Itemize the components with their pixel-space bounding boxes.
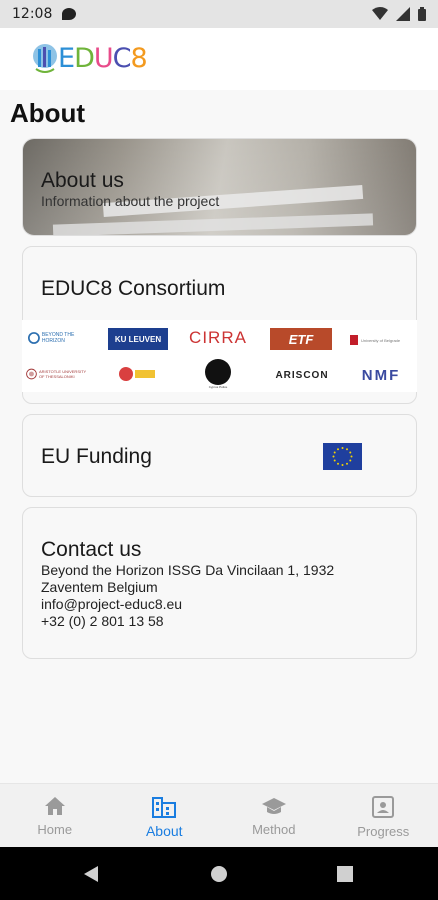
logo-letter-u: U: [93, 42, 114, 74]
police-emblem-icon: [205, 359, 231, 385]
partner-name: ARISTOTLE UNIVERSITY OF THESSALONIKI: [38, 369, 87, 379]
partner-name: KU LEUVEN: [114, 334, 162, 344]
status-icons: [372, 7, 426, 21]
contact-address-line1: Beyond the Horizon ISSG Da Vincilaan 1, …: [41, 562, 335, 578]
eu-flag-icon: [323, 443, 362, 470]
partner-name: BEYOND THE HORIZON: [41, 332, 75, 344]
about-us-card[interactable]: About us Information about the project: [22, 138, 417, 236]
building-icon: [152, 797, 177, 818]
partner-name: NMF: [361, 366, 401, 384]
contact-address-line2: Zaventem Belgium: [41, 579, 158, 595]
aristotle-seal-icon: [26, 368, 37, 380]
about-us-title: About us: [41, 169, 124, 192]
partner-logos: BEYOND THE HORIZON KU LEUVEN CIRRA ETF U…: [22, 320, 417, 392]
university-crest-icon: [350, 335, 358, 345]
logo-letter-c: C: [112, 42, 132, 74]
contact-phone[interactable]: +32 (0) 2 801 13 58: [41, 613, 401, 630]
nav-item-progress[interactable]: Progress: [329, 784, 438, 847]
partner-name: CIRRA: [189, 328, 247, 347]
seal-bar: [135, 370, 155, 378]
police-logo: Cyprus Police: [200, 358, 236, 390]
cirra-logo: CIRRA: [189, 326, 247, 350]
partner-name: University of Belgrade: [361, 337, 401, 343]
logo-letter-8: 8: [130, 42, 147, 74]
battery-icon: [418, 7, 426, 21]
nav-item-home[interactable]: Home: [0, 784, 110, 847]
contact-title: Contact us: [41, 538, 142, 561]
system-navigation: [0, 847, 438, 900]
back-icon[interactable]: [82, 865, 100, 883]
bottom-navigation: Home About Method Progress: [0, 783, 438, 847]
notification-icon: [62, 8, 77, 20]
signal-icon: [396, 7, 410, 21]
aristotle-university-logo: ARISTOTLE UNIVERSITY OF THESSALONIKI: [26, 362, 90, 386]
etf-logo: ETF: [270, 328, 332, 350]
partner-name: ETF: [288, 331, 314, 347]
graduation-cap-icon: [261, 798, 286, 814]
app-header: EDUC8: [0, 28, 438, 90]
contact-email[interactable]: info@project-educ8.eu: [41, 596, 401, 613]
beyond-horizon-mark-icon: [28, 332, 40, 344]
ariscon-logo: ARISCON: [270, 364, 334, 386]
status-bar: 12:08: [0, 0, 438, 28]
about-us-subtitle: Information about the project: [41, 193, 220, 209]
nav-label-home: Home: [37, 822, 73, 837]
consortium-title: EDUC8 Consortium: [41, 277, 226, 300]
seal-logo: [117, 364, 157, 384]
partner-name: Cyprus Police: [208, 385, 228, 389]
home-icon: [44, 797, 65, 815]
home-circle-icon[interactable]: [210, 865, 228, 883]
eu-funding-card[interactable]: EU Funding: [22, 414, 417, 497]
eu-funding-title: EU Funding: [41, 445, 152, 468]
nav-label-about: About: [145, 823, 183, 839]
page-title: About: [10, 98, 86, 128]
clock: 12:08: [12, 6, 53, 22]
logo-letter-d: D: [74, 42, 95, 74]
educ8-logo: EDUC8: [32, 38, 148, 78]
ku-leuven-logo: KU LEUVEN: [108, 328, 168, 350]
logo-figure-icon: [33, 44, 57, 73]
wifi-icon: [372, 7, 388, 20]
logo-letter-e: E: [58, 42, 75, 74]
logo-text: EDUC8: [58, 42, 148, 74]
nav-label-progress: Progress: [357, 824, 410, 839]
id-card-icon: [372, 796, 395, 818]
consortium-card[interactable]: EDUC8 Consortium BEYOND THE HORIZON KU L…: [22, 246, 417, 404]
partner-name: ARISCON: [275, 369, 329, 381]
university-logo: University of Belgrade: [350, 330, 412, 350]
nmf-logo: NMF: [352, 364, 410, 386]
nav-item-about[interactable]: About: [110, 784, 220, 847]
beyond-the-horizon-logo: BEYOND THE HORIZON: [28, 328, 90, 348]
nav-item-method[interactable]: Method: [219, 784, 329, 847]
seal-emblem-icon: [119, 367, 133, 381]
recents-icon[interactable]: [337, 866, 353, 882]
contact-card[interactable]: Contact us Beyond the Horizon ISSG Da Vi…: [22, 507, 417, 659]
nav-label-method: Method: [252, 822, 296, 837]
